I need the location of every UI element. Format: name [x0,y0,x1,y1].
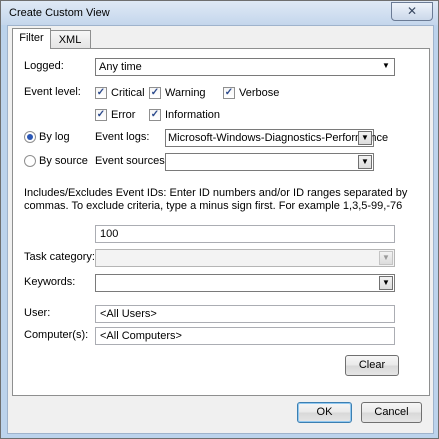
warning-checkbox[interactable]: ✓ [149,87,161,99]
event-ids-instructions: Includes/Excludes Event IDs: Enter ID nu… [24,187,408,212]
check-icon: ✓ [96,109,106,120]
event-level-label: Event level: [24,86,81,98]
close-button[interactable]: ✕ [391,2,433,21]
keywords-dropdown[interactable]: ▼ [95,274,395,292]
chevron-down-icon: ▼ [382,61,390,70]
logged-label: Logged: [24,60,64,72]
event-logs-label: Event logs: [95,131,150,143]
logged-dropdown[interactable]: Any time ▼ [95,58,395,76]
computer-label: Computer(s): [24,329,89,341]
verbose-checkbox[interactable]: ✓ [223,87,235,99]
user-label: User: [24,307,51,319]
cancel-button[interactable]: Cancel [361,402,422,423]
event-ids-value: 100 [100,228,119,240]
chevron-down-icon: ▼ [358,155,372,169]
by-log-label: By log [39,131,70,143]
chevron-down-icon: ▼ [379,276,393,290]
task-category-dropdown[interactable]: ▼ [95,249,395,267]
chevron-down-icon: ▼ [379,251,393,265]
filter-panel: Logged: Any time ▼ Event level: ✓ Critic… [12,48,430,396]
tab-xml[interactable]: XML [49,30,91,49]
critical-label: Critical [111,87,145,99]
warning-label: Warning [165,87,206,99]
logged-value: Any time [99,61,142,73]
tab-filter[interactable]: Filter [12,28,51,49]
error-label: Error [111,109,136,121]
check-icon: ✓ [150,109,160,120]
clear-button[interactable]: Clear [345,355,399,376]
error-checkbox[interactable]: ✓ [95,109,107,121]
computer-input[interactable]: <All Computers> [95,327,395,345]
event-logs-value: Microsoft-Windows-Diagnostics-Performanc… [168,132,389,144]
information-checkbox[interactable]: ✓ [149,109,161,121]
event-sources-label: Event sources: [95,155,168,167]
information-label: Information [165,109,221,121]
by-source-label: By source [39,155,88,167]
event-logs-dropdown[interactable]: Microsoft-Windows-Diagnostics-Performanc… [165,129,388,147]
by-log-radio[interactable] [24,131,36,143]
user-value: <All Users> [100,308,157,320]
radio-selected-dot [27,134,33,140]
title-bar[interactable]: Create Custom View ✕ [1,1,438,25]
user-input[interactable]: <All Users> [95,305,395,323]
close-icon: ✕ [406,4,418,18]
by-source-radio[interactable] [24,155,36,167]
ok-button[interactable]: OK [297,402,352,423]
computer-value: <All Computers> [100,330,182,342]
verbose-label: Verbose [239,87,280,99]
check-icon: ✓ [224,87,234,98]
keywords-label: Keywords: [24,276,76,288]
check-icon: ✓ [150,87,160,98]
dialog-client: Filter XML Logged: Any time ▼ Event leve… [7,25,434,434]
create-custom-view-dialog: Create Custom View ✕ Filter XML Logged: … [0,0,439,439]
check-icon: ✓ [96,87,106,98]
chevron-down-icon: ▼ [358,131,372,145]
event-ids-input[interactable]: 100 [95,225,395,243]
task-category-label: Task category: [24,251,95,263]
event-sources-dropdown[interactable]: ▼ [165,153,374,171]
critical-checkbox[interactable]: ✓ [95,87,107,99]
dialog-title: Create Custom View [9,7,110,19]
